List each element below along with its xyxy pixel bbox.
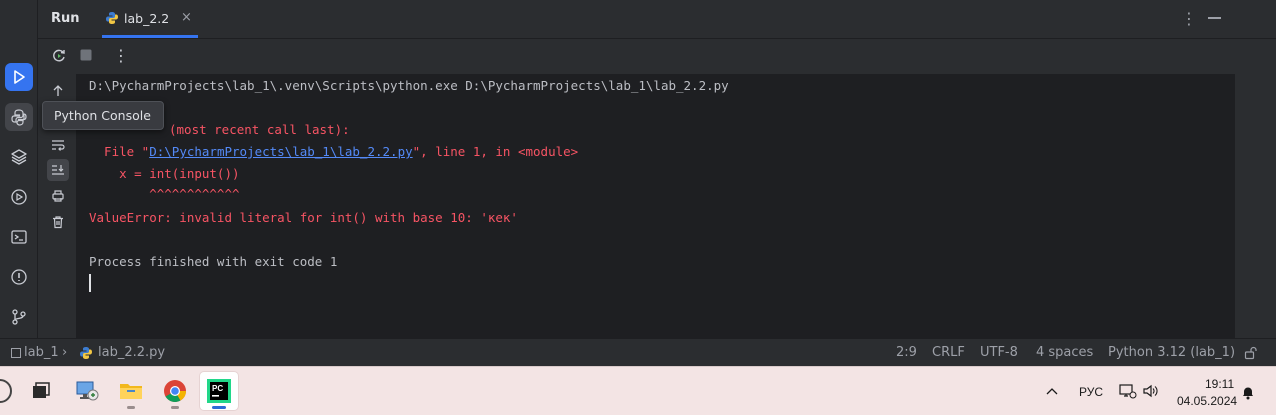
tab-label: lab_2.2: [124, 11, 170, 26]
services-button[interactable]: [5, 183, 33, 211]
file-explorer-app[interactable]: [112, 372, 150, 410]
up-stack-button[interactable]: [47, 80, 69, 102]
exit-message: Process finished with exit code 1: [89, 254, 338, 269]
notifications-bell-icon[interactable]: [1240, 385, 1256, 401]
run-window-header: Run lab_2.2 × ⋮: [38, 0, 1276, 38]
more-options-icon[interactable]: ⋮: [1181, 9, 1197, 28]
file-prefix: File ": [89, 144, 150, 159]
caret-position[interactable]: 2:9: [896, 345, 917, 360]
clock-time[interactable]: 19:11: [1205, 377, 1234, 391]
clear-all-button[interactable]: [47, 211, 69, 233]
clock-date[interactable]: 04.05.2024: [1177, 394, 1237, 408]
git-button[interactable]: [5, 303, 33, 331]
status-bar: lab_1 › lab_2.2.py 2:9 CRLF UTF-8 4 spac…: [0, 338, 1276, 366]
command-line: D:\PycharmProjects\lab_1\.venv\Scripts\p…: [89, 78, 729, 93]
terminal-button[interactable]: [5, 223, 33, 251]
traceback-file-line: File "D:\PycharmProjects\lab_1\lab_2.2.p…: [89, 144, 578, 159]
running-indicator: [212, 406, 226, 409]
running-indicator: [127, 406, 135, 409]
run-tool-button[interactable]: [5, 63, 33, 91]
svg-text:PC: PC: [212, 384, 223, 393]
pycharm-icon: PC: [207, 379, 231, 403]
python-interpreter[interactable]: Python 3.12 (lab_1): [1108, 345, 1235, 360]
python-file-icon: [106, 12, 118, 24]
chrome-app[interactable]: [156, 372, 194, 410]
traceback-carets: ^^^^^^^^^^^^: [89, 186, 240, 201]
print-icon: [52, 190, 64, 202]
network-monitor-icon: [76, 381, 99, 401]
python-file-icon: [80, 347, 92, 359]
traceback-code-line: x = int(input()): [89, 166, 240, 181]
breadcrumb-file[interactable]: lab_2.2.py: [98, 345, 165, 360]
console-output[interactable]: D:\PycharmProjects\lab_1\.venv\Scripts\p…: [77, 74, 1235, 338]
windows-taskbar: PC РУС 19:11 04.05.2024: [0, 366, 1276, 415]
run-toolbar: ⋮: [38, 38, 1276, 74]
keyboard-language[interactable]: РУС: [1079, 385, 1103, 399]
python-packages-button[interactable]: [5, 143, 33, 171]
print-button[interactable]: [47, 185, 69, 207]
console-scroll-gutter: [1235, 74, 1276, 338]
file-encoding[interactable]: UTF-8: [980, 345, 1018, 360]
services-icon: [11, 189, 27, 205]
file-link[interactable]: D:\PycharmProjects\lab_1\lab_2.2.py: [149, 144, 412, 159]
folder-icon: [120, 384, 142, 399]
stop-icon[interactable]: [79, 48, 93, 62]
running-indicator: [171, 406, 179, 409]
network-icon[interactable]: [1119, 383, 1137, 399]
breadcrumb-project[interactable]: lab_1: [24, 345, 59, 360]
trash-icon: [53, 216, 63, 229]
problems-icon: [11, 269, 27, 285]
error-message: ValueError: invalid literal for int() wi…: [89, 210, 518, 225]
folder-icon: [11, 348, 21, 358]
arrow-up-icon: [53, 85, 63, 96]
terminal-icon: [11, 230, 27, 244]
pycharm-app[interactable]: PC: [200, 372, 238, 410]
tab-lab-2-2[interactable]: lab_2.2 ×: [102, 0, 198, 38]
indent-setting[interactable]: 4 spaces: [1036, 345, 1093, 360]
run-window-title: Run: [51, 11, 80, 26]
scroll-to-end-icon: [52, 165, 64, 175]
python-icon: [11, 109, 27, 126]
volume-icon[interactable]: [1142, 383, 1160, 399]
breadcrumb-separator: ›: [62, 345, 68, 360]
network-settings-app[interactable]: [68, 372, 106, 410]
soft-wrap-icon: [52, 140, 65, 151]
soft-wrap-button[interactable]: [47, 134, 69, 156]
line-ending[interactable]: CRLF: [932, 345, 965, 360]
python-console-tooltip: Python Console: [42, 101, 164, 130]
chrome-icon: [164, 380, 186, 402]
rerun-icon[interactable]: [51, 48, 67, 64]
text-cursor: [89, 274, 91, 292]
tool-window-stripe: [0, 0, 38, 338]
problems-button[interactable]: [5, 263, 33, 291]
task-view-icon: [33, 382, 50, 398]
scroll-to-end-button[interactable]: [47, 159, 69, 181]
file-suffix: ", line 1, in <module>: [412, 144, 579, 159]
minimize-icon[interactable]: [1208, 17, 1221, 19]
chevron-up-icon[interactable]: [1045, 386, 1059, 396]
layers-icon: [11, 149, 27, 165]
git-branch-icon: [12, 309, 26, 325]
tab-close-icon[interactable]: ×: [181, 10, 192, 25]
traceback-header: (most recent call last):: [169, 122, 350, 137]
lock-icon[interactable]: [1244, 346, 1258, 360]
toolbar-more-icon[interactable]: ⋮: [113, 46, 129, 65]
search-icon[interactable]: [0, 379, 12, 403]
task-view-button[interactable]: [22, 372, 60, 410]
python-console-button[interactable]: [5, 103, 33, 131]
run-icon: [14, 70, 25, 84]
